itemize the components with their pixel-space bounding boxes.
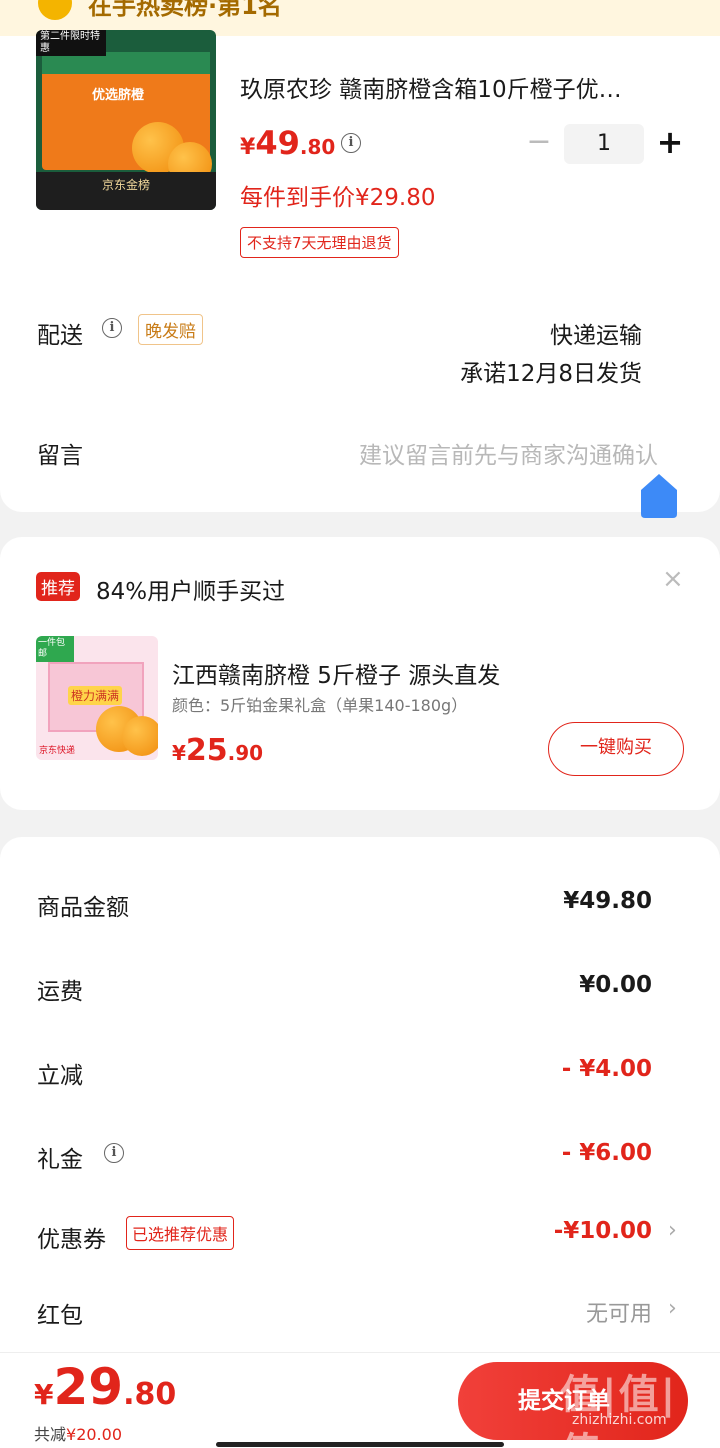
gift-info-icon[interactable]: i — [104, 1143, 124, 1163]
instant-discount-label: 立减 — [37, 1063, 83, 1089]
decrease-button[interactable]: − — [522, 122, 556, 164]
delivery-date: 承诺12月8日发货 — [460, 361, 642, 387]
goods-amount-value: ¥49.80 — [563, 888, 652, 914]
instant-discount-value: - ¥4.00 — [561, 1056, 652, 1082]
delivery-method[interactable]: 快递运输 — [550, 316, 642, 350]
red-packet-label: 红包 — [37, 1303, 83, 1329]
recommend-title: 84%用户顺手买过 — [96, 579, 286, 605]
message-label: 留言 — [37, 443, 83, 469]
chevron-right-icon[interactable]: › — [668, 1218, 677, 1243]
recommend-product-image[interactable]: 橙力满满 一件包邮 京东快递 — [36, 636, 158, 760]
rank-badge-icon — [38, 0, 72, 20]
image-footer: 京东金榜 — [36, 172, 216, 210]
recommend-product-name[interactable]: 江西赣南脐橙 5斤橙子 源头直发 — [172, 656, 500, 690]
image-corner-tag: 一件包邮 — [36, 636, 74, 662]
coupon-recommended-tag: 已选推荐优惠 — [126, 1216, 235, 1250]
image-logo: 京东快递 — [39, 746, 76, 756]
freight-value: ¥0.00 — [579, 972, 652, 998]
close-icon[interactable]: × — [662, 564, 684, 594]
rank-banner-text: 在手热卖榜·第1名 — [88, 0, 282, 20]
total-saved: 共减¥20.00 — [34, 1425, 122, 1444]
recommend-tag: 推荐 — [36, 572, 80, 601]
one-click-buy-button[interactable]: 一键购买 — [548, 722, 684, 776]
quantity-stepper: − 1 + — [522, 122, 687, 164]
gift-money-value: - ¥6.00 — [561, 1140, 652, 1166]
coupon-value[interactable]: -¥10.00 — [554, 1218, 652, 1244]
coupon-label: 优惠券 — [37, 1227, 106, 1253]
late-compensation-tag: 晚发赔 — [138, 314, 203, 345]
gift-money-label: 礼金 — [37, 1147, 83, 1173]
chevron-right-icon[interactable]: › — [668, 1296, 677, 1321]
product-price: ¥49.80 — [240, 124, 336, 162]
gift-box-label: 橙力满满 — [68, 686, 123, 705]
image-badge: 第二件限时特惠 — [36, 30, 106, 56]
freight-label: 运费 — [37, 979, 83, 1005]
product-image[interactable]: 优选脐橙 第二件限时特惠 京东金榜 — [36, 30, 216, 210]
red-packet-value[interactable]: 无可用 — [586, 1296, 652, 1328]
recommend-price: ¥25.90 — [172, 733, 264, 768]
price-info-icon[interactable]: i — [341, 133, 361, 153]
goods-amount-label: 商品金额 — [37, 895, 129, 921]
recommend-product-variant: 颜色：5斤铂金果礼盒（单果140-180g） — [172, 696, 468, 715]
home-float-icon[interactable] — [641, 474, 677, 518]
increase-button[interactable]: + — [652, 122, 688, 164]
delivery-label: 配送 — [37, 323, 83, 349]
quantity-input[interactable]: 1 — [564, 124, 644, 164]
message-input[interactable]: 建议留言前先与商家沟通确认 — [359, 436, 658, 470]
orange-fruit — [122, 716, 158, 756]
home-indicator[interactable] — [216, 1442, 504, 1447]
submit-order-button[interactable]: 提交订单 — [458, 1362, 688, 1440]
delivery-info-icon[interactable]: i — [102, 318, 122, 338]
total-price: ¥29.80 — [34, 1358, 177, 1416]
hand-price: 每件到手价¥29.80 — [240, 185, 436, 211]
image-brand: 优选脐橙 — [92, 88, 145, 103]
return-policy-badge: 不支持7天无理由退货 — [240, 227, 399, 258]
product-title[interactable]: 玖原农珍 赣南脐橙含箱10斤橙子优… — [240, 70, 670, 104]
